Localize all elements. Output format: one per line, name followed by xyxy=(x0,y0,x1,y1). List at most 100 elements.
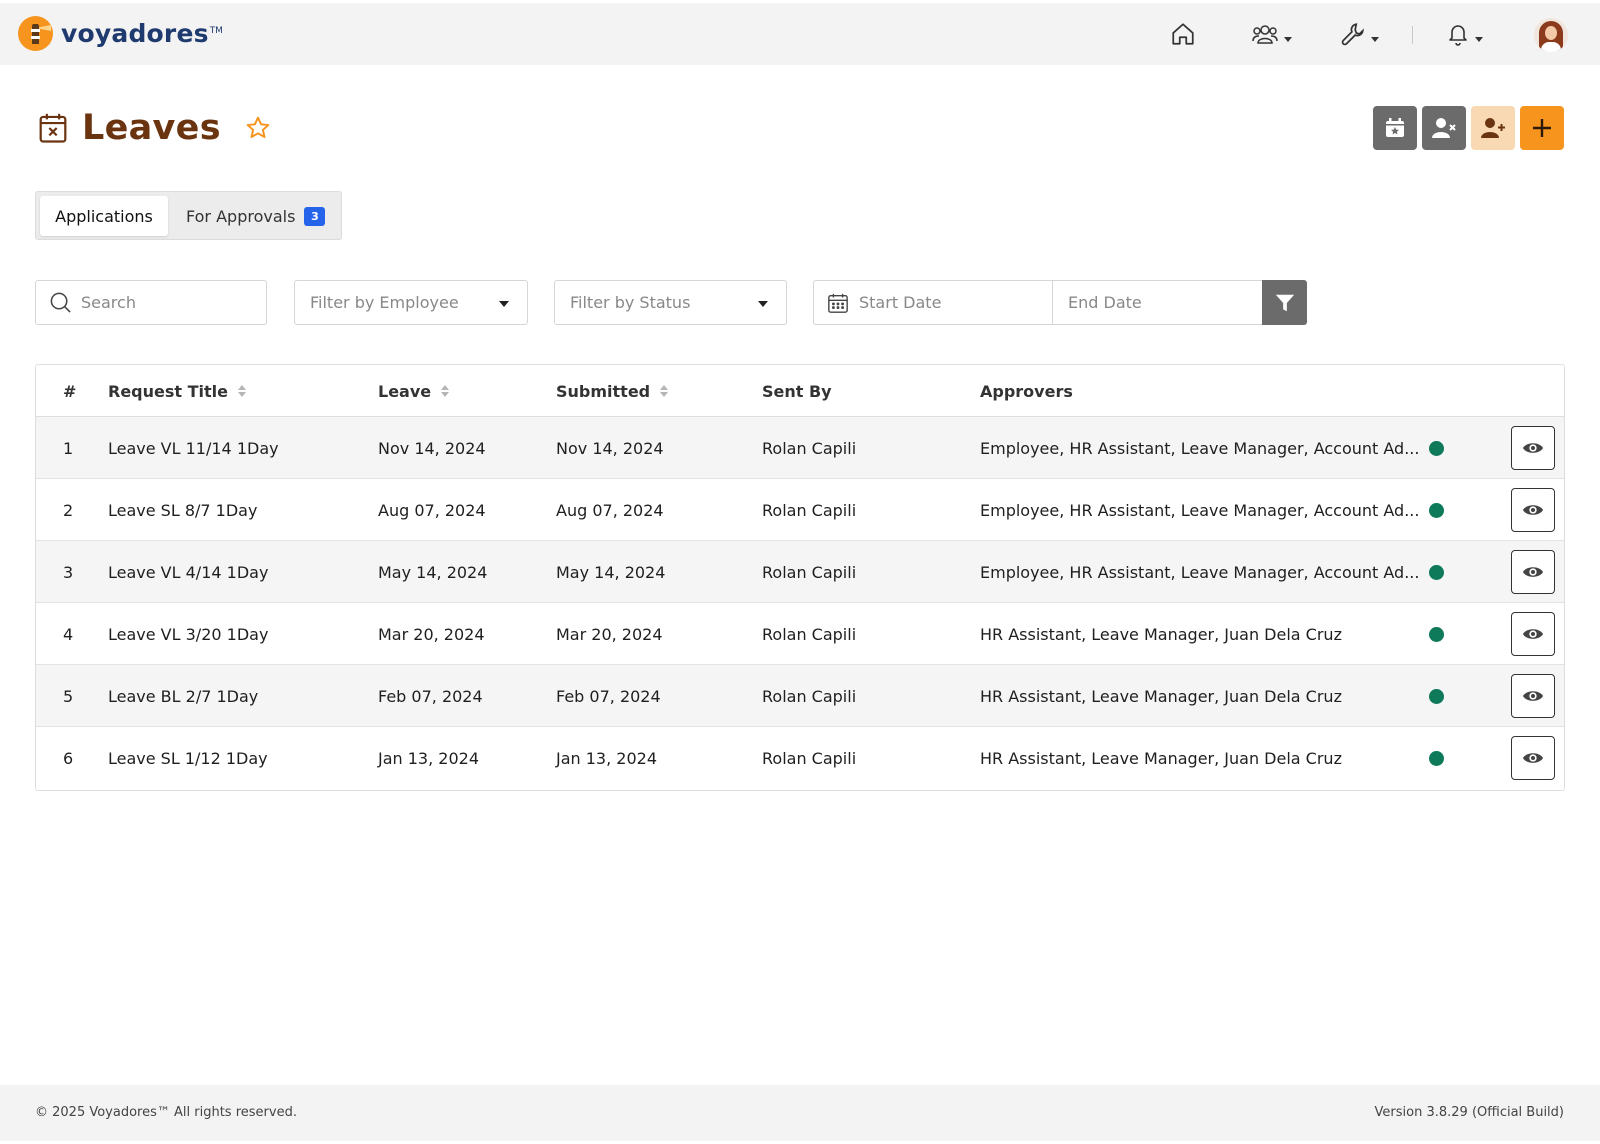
people-nav-dropdown[interactable] xyxy=(1251,3,1292,65)
cell-submitted-date: Aug 07, 2024 xyxy=(556,500,664,520)
search-icon xyxy=(50,292,71,313)
calendar-icon xyxy=(828,293,848,313)
tools-nav-dropdown[interactable] xyxy=(1340,3,1379,65)
tab-label: For Approvals xyxy=(186,206,296,226)
eye-icon xyxy=(1522,691,1544,701)
user-add-icon xyxy=(1481,118,1505,138)
table-row[interactable]: 1 Leave VL 11/14 1Day Nov 14, 2024 Nov 1… xyxy=(36,417,1564,479)
brand-trademark: TM xyxy=(209,25,223,36)
page-footer: © 2025 Voyadores™ All rights reserved. V… xyxy=(0,1085,1600,1141)
header-request-title[interactable]: Request Title xyxy=(108,365,246,417)
end-date-input[interactable]: End Date xyxy=(1052,280,1263,325)
table-row[interactable]: 4 Leave VL 3/20 1Day Mar 20, 2024 Mar 20… xyxy=(36,603,1564,665)
calendar-star-icon xyxy=(1386,118,1404,137)
eye-icon xyxy=(1522,443,1544,453)
view-button[interactable] xyxy=(1511,674,1555,718)
cell-leave-date: Mar 20, 2024 xyxy=(378,624,485,644)
home-nav-button[interactable] xyxy=(1170,3,1196,65)
calendar-button[interactable] xyxy=(1373,106,1417,150)
cell-approvers: HR Assistant, Leave Manager, Juan Dela C… xyxy=(980,624,1342,644)
cell-sent-by: Rolan Capili xyxy=(762,438,857,458)
view-button[interactable] xyxy=(1511,426,1555,470)
cell-number: 2 xyxy=(63,500,74,520)
remove-user-button[interactable] xyxy=(1422,106,1466,150)
sort-icon xyxy=(238,385,246,397)
cell-number: 1 xyxy=(63,438,74,458)
view-button[interactable] xyxy=(1511,736,1555,780)
search-placeholder: Search xyxy=(81,293,136,312)
chevron-down-icon xyxy=(499,301,509,307)
user-avatar[interactable] xyxy=(1534,18,1568,52)
status-indicator xyxy=(1429,627,1444,642)
cell-request-title: Leave BL 2/7 1Day xyxy=(108,686,259,706)
cell-request-title: Leave VL 4/14 1Day xyxy=(108,562,269,582)
favorite-star-icon[interactable] xyxy=(245,115,271,141)
start-date-input[interactable]: Start Date xyxy=(813,280,1053,325)
tab-applications[interactable]: Applications xyxy=(40,196,168,236)
view-button[interactable] xyxy=(1511,488,1555,532)
view-button[interactable] xyxy=(1511,612,1555,656)
cell-leave-date: Jan 13, 2024 xyxy=(378,748,479,768)
table-row[interactable]: 2 Leave SL 8/7 1Day Aug 07, 2024 Aug 07,… xyxy=(36,479,1564,541)
add-user-button[interactable] xyxy=(1471,106,1515,150)
status-filter-placeholder: Filter by Status xyxy=(570,293,691,312)
cell-sent-by: Rolan Capili xyxy=(762,748,857,768)
status-filter-select[interactable]: Filter by Status xyxy=(554,280,787,325)
brand-logo[interactable]: voyadores TM xyxy=(18,16,223,51)
apply-filter-button[interactable] xyxy=(1262,280,1307,325)
employee-filter-select[interactable]: Filter by Employee xyxy=(294,280,528,325)
header-leave[interactable]: Leave xyxy=(378,365,450,417)
plus-icon xyxy=(1533,119,1551,137)
copyright-text: © 2025 Voyadores™ All rights reserved. xyxy=(35,1105,297,1120)
cell-approvers: HR Assistant, Leave Manager, Juan Dela C… xyxy=(980,686,1342,706)
nav-divider xyxy=(1412,26,1413,44)
sort-icon xyxy=(660,385,669,397)
tab-label: Applications xyxy=(55,206,153,226)
cell-sent-by: Rolan Capili xyxy=(762,562,857,582)
cell-leave-date: Feb 07, 2024 xyxy=(378,686,483,706)
cell-request-title: Leave VL 3/20 1Day xyxy=(108,624,269,644)
cell-submitted-date: May 14, 2024 xyxy=(556,562,666,582)
chevron-down-icon xyxy=(1475,36,1483,42)
table-row[interactable]: 6 Leave SL 1/12 1Day Jan 13, 2024 Jan 13… xyxy=(36,727,1564,789)
cell-sent-by: Rolan Capili xyxy=(762,686,857,706)
funnel-icon xyxy=(1275,294,1294,311)
notifications-dropdown[interactable] xyxy=(1446,3,1483,65)
header-number: # xyxy=(63,381,77,401)
header-label: Leave xyxy=(378,381,432,401)
cell-request-title: Leave VL 11/14 1Day xyxy=(108,438,279,458)
cell-request-title: Leave SL 1/12 1Day xyxy=(108,748,268,768)
tab-for-approvals[interactable]: For Approvals 3 xyxy=(186,196,326,236)
header-label: Request Title xyxy=(108,381,228,401)
home-icon xyxy=(1172,23,1194,45)
chevron-down-icon xyxy=(758,301,768,307)
status-indicator xyxy=(1429,565,1444,580)
create-leave-button[interactable] xyxy=(1520,106,1564,150)
page-actions xyxy=(1373,106,1564,150)
header-label: Submitted xyxy=(556,381,651,401)
cell-approvers: HR Assistant, Leave Manager, Juan Dela C… xyxy=(980,748,1342,768)
end-date-placeholder: End Date xyxy=(1068,293,1142,312)
sort-icon xyxy=(441,385,450,397)
status-indicator xyxy=(1429,441,1444,456)
leaves-table: # Request Title Leave Submitted Sent By … xyxy=(35,364,1565,791)
header-submitted[interactable]: Submitted xyxy=(556,365,669,417)
eye-icon xyxy=(1522,505,1544,515)
cell-submitted-date: Nov 14, 2024 xyxy=(556,438,664,458)
search-input[interactable]: Search xyxy=(35,280,267,325)
cell-approvers: Employee, HR Assistant, Leave Manager, A… xyxy=(980,562,1420,582)
wrench-icon xyxy=(1341,23,1364,46)
brand-name: voyadores xyxy=(61,19,209,48)
table-row[interactable]: 5 Leave BL 2/7 1Day Feb 07, 2024 Feb 07,… xyxy=(36,665,1564,727)
eye-icon xyxy=(1522,567,1544,577)
top-navbar: voyadores TM xyxy=(0,3,1600,65)
employee-filter-placeholder: Filter by Employee xyxy=(310,293,459,312)
cell-leave-date: May 14, 2024 xyxy=(378,562,488,582)
cell-request-title: Leave SL 8/7 1Day xyxy=(108,500,258,520)
approvals-count-badge: 3 xyxy=(304,206,326,226)
view-button[interactable] xyxy=(1511,550,1555,594)
cell-leave-date: Nov 14, 2024 xyxy=(378,438,486,458)
chevron-down-icon xyxy=(1371,36,1379,42)
page-title: Leaves xyxy=(82,108,221,148)
table-row[interactable]: 3 Leave VL 4/14 1Day May 14, 2024 May 14… xyxy=(36,541,1564,603)
